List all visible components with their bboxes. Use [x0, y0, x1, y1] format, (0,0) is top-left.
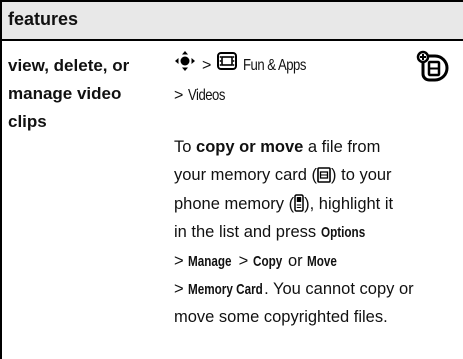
left-rule: [0, 0, 2, 359]
network-feature-icon: [415, 50, 451, 91]
table-header: features: [0, 0, 463, 40]
menu-move: Move: [307, 252, 338, 270]
path-separator: >: [202, 57, 212, 75]
softkey-options: Options: [320, 224, 365, 242]
feature-line: clips: [8, 112, 47, 131]
text: To: [174, 138, 197, 156]
phone-memory-icon: [294, 193, 304, 221]
feature-name: view, delete, or manage video clips: [8, 52, 129, 136]
menu-fun-apps: Fun & Apps: [243, 57, 307, 75]
text: >: [174, 279, 189, 298]
nav-key-icon: [174, 50, 196, 82]
text: in the list and press: [174, 223, 321, 242]
menu-memory-card: Memory Card: [188, 280, 264, 298]
menu-path: > Fun & Apps > Videos: [174, 50, 320, 110]
feature-line: manage video: [8, 84, 122, 103]
menu-videos: Videos: [187, 87, 225, 104]
feature-line: view, delete, or: [8, 56, 130, 75]
text: phone memory (: [174, 194, 295, 213]
text: or: [283, 251, 308, 270]
text-bold: copy or move: [196, 138, 304, 156]
text: your memory card (: [174, 166, 318, 185]
header-rule: [0, 39, 463, 41]
fun-apps-icon: [217, 52, 238, 80]
path-separator: >: [174, 87, 184, 104]
text: a file from: [303, 138, 381, 156]
text: >: [234, 251, 253, 270]
top-rule: [0, 0, 463, 2]
header-title: features: [8, 9, 79, 29]
menu-manage: Manage: [188, 252, 232, 270]
text: ), highlight it: [304, 194, 394, 213]
text: . You cannot copy or: [264, 279, 414, 298]
text: ) to your: [331, 166, 392, 185]
feature-description: To copy or move a file from your memory …: [174, 133, 463, 332]
text: >: [174, 251, 189, 270]
text: move some copyrighted files.: [174, 308, 388, 327]
menu-copy: Copy: [252, 252, 283, 270]
memory-card-icon: [317, 164, 331, 192]
